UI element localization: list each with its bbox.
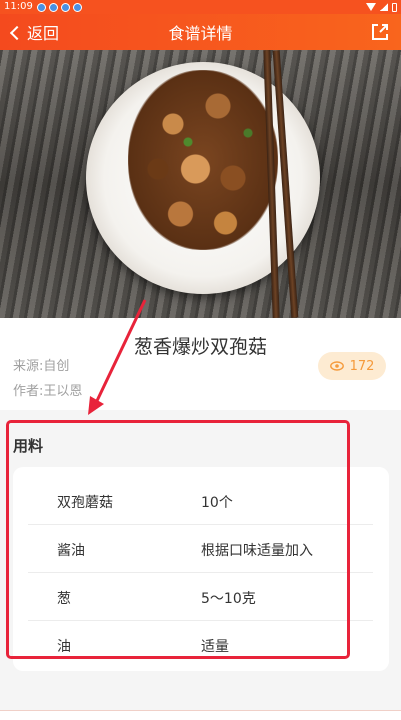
recipe-info: 葱香爆炒双孢菇 来源:自创 作者:王以恩 172	[0, 318, 401, 410]
notification-icon	[36, 2, 46, 12]
wifi-icon	[366, 3, 376, 11]
ingredient-name: 油	[57, 639, 71, 655]
signal-icon	[380, 3, 388, 11]
recipe-photo	[0, 50, 401, 318]
bottom-divider	[0, 710, 401, 720]
chevron-left-icon	[9, 25, 25, 40]
ingredient-row: 油 适量	[28, 621, 373, 669]
notification-icon	[72, 2, 82, 12]
notification-icon	[48, 2, 58, 12]
ingredient-row: 双孢蘑菇 10个	[28, 477, 373, 525]
ingredients-card: 双孢蘑菇 10个 酱油 根据口味适量加入 葱 5～10克 油 适量	[13, 467, 389, 671]
ingredients-title: 用料	[13, 437, 44, 455]
page-title: 食谱详情	[168, 24, 233, 43]
status-time: 11:09	[4, 1, 33, 12]
ingredient-amount: 10个	[201, 495, 233, 511]
ingredient-amount: 5～10克	[201, 591, 256, 607]
ingredient-name: 葱	[57, 591, 71, 607]
ingredient-name: 酱油	[57, 543, 85, 559]
food-image	[128, 70, 278, 250]
ingredient-amount: 适量	[201, 639, 229, 655]
back-label: 返回	[27, 24, 60, 43]
views-badge: 172	[318, 352, 386, 380]
views-count: 172	[349, 358, 375, 374]
ingredient-row: 酱油 根据口味适量加入	[28, 525, 373, 573]
ingredients-section: 用料 双孢蘑菇 10个 酱油 根据口味适量加入 葱 5～10克 油 适量	[0, 410, 401, 710]
ingredient-amount: 根据口味适量加入	[201, 543, 313, 559]
status-bar: 11:09	[0, 0, 401, 14]
ingredient-row: 葱 5～10克	[28, 573, 373, 621]
share-icon[interactable]	[369, 21, 391, 43]
battery-icon	[392, 2, 397, 12]
top-nav-bar: 返回 食谱详情	[0, 14, 401, 50]
recipe-source: 来源:自创	[13, 359, 70, 374]
recipe-author: 作者:王以恩	[13, 384, 83, 399]
notification-icon	[60, 2, 70, 12]
back-button[interactable]: 返回	[0, 14, 59, 50]
eye-icon	[329, 361, 344, 371]
ingredient-name: 双孢蘑菇	[57, 495, 113, 511]
